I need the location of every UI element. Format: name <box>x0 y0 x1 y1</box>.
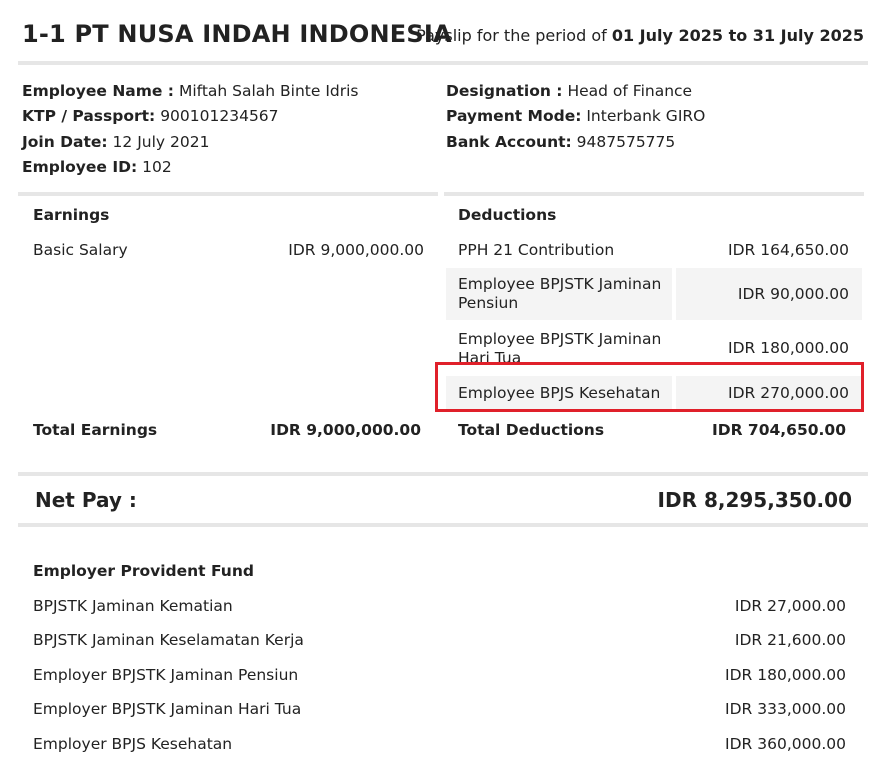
join-date-row: Join Date: 12 July 2021 <box>22 133 209 151</box>
net-pay-label: Net Pay : <box>35 488 137 512</box>
payment-mode-row: Payment Mode: Interbank GIRO <box>446 107 705 125</box>
ktp-label: KTP / Passport: <box>22 107 156 125</box>
provident-label: BPJSTK Jaminan Keselamatan Kerja <box>33 631 304 649</box>
payment-mode-label: Payment Mode: <box>446 107 582 125</box>
netpay-top-divider <box>18 472 868 476</box>
employee-name-label: Employee Name : <box>22 82 175 100</box>
netpay-bottom-divider <box>18 523 868 527</box>
provident-title: Employer Provident Fund <box>33 562 254 580</box>
deduction-value: IDR 180,000.00 <box>728 339 849 357</box>
employee-name-row: Employee Name : Miftah Salah Binte Idris <box>22 82 359 100</box>
provident-label: BPJSTK Jaminan Kematian <box>33 597 233 615</box>
designation-row: Designation : Head of Finance <box>446 82 692 100</box>
total-deductions-label: Total Deductions <box>458 421 605 439</box>
deduction-label: PPH 21 Contribution <box>458 241 615 259</box>
bank-account-value: 9487575775 <box>576 133 676 151</box>
company-name: 1-1 PT NUSA INDAH INDONESIA <box>22 20 452 48</box>
deduction-label: Employee BPJSTK Jaminan Pensiun <box>458 275 662 312</box>
earnings-title: Earnings <box>33 206 110 224</box>
highlight-box <box>435 362 864 412</box>
employee-id-value: 102 <box>142 158 172 176</box>
period-range: 01 July 2025 to 31 July 2025 <box>611 26 864 45</box>
ktp-value: 900101234567 <box>160 107 279 125</box>
ktp-row: KTP / Passport: 900101234567 <box>22 107 279 125</box>
total-deductions-value: IDR 704,650.00 <box>711 421 846 439</box>
total-earnings-label: Total Earnings <box>33 421 158 439</box>
provident-label: Employer BPJSTK Jaminan Pensiun <box>33 666 299 684</box>
deduction-label: Employee BPJSTK Jaminan Hari Tua <box>458 330 662 362</box>
header-divider <box>18 61 868 65</box>
join-date-label: Join Date: <box>22 133 108 151</box>
employee-id-label: Employee ID: <box>22 158 138 176</box>
deductions-top-divider <box>444 192 864 196</box>
provident-value: IDR 333,000.00 <box>725 700 846 718</box>
net-pay-value: IDR 8,295,350.00 <box>657 488 852 512</box>
provident-value: IDR 27,000.00 <box>734 597 846 615</box>
bank-account-label: Bank Account: <box>446 133 572 151</box>
deductions-title: Deductions <box>458 206 557 224</box>
payslip-period: Payslip for the period of 01 July 2025 t… <box>416 26 864 45</box>
provident-value: IDR 360,000.00 <box>725 735 846 753</box>
earning-value: IDR 9,000,000.00 <box>288 241 424 259</box>
provident-label: Employer BPJS Kesehatan <box>33 735 233 753</box>
designation-label: Designation : <box>446 82 563 100</box>
provident-value: IDR 180,000.00 <box>725 666 846 684</box>
designation-value: Head of Finance <box>567 82 693 100</box>
bank-account-row: Bank Account: 9487575775 <box>446 133 675 151</box>
deduction-value: IDR 164,650.00 <box>728 241 849 259</box>
employee-id-row: Employee ID: 102 <box>22 158 172 176</box>
earnings-top-divider <box>18 192 438 196</box>
payment-mode-value: Interbank GIRO <box>586 107 706 125</box>
join-date-value: 12 July 2021 <box>112 133 210 151</box>
deduction-value: IDR 90,000.00 <box>737 285 849 303</box>
provident-value: IDR 21,600.00 <box>734 631 846 649</box>
period-prefix: Payslip for the period of <box>416 26 612 45</box>
earning-label: Basic Salary <box>33 241 128 259</box>
provident-label: Employer BPJSTK Jaminan Hari Tua <box>33 700 302 718</box>
total-earnings-value: IDR 9,000,000.00 <box>270 421 421 439</box>
employee-name-value: Miftah Salah Binte Idris <box>178 82 359 100</box>
